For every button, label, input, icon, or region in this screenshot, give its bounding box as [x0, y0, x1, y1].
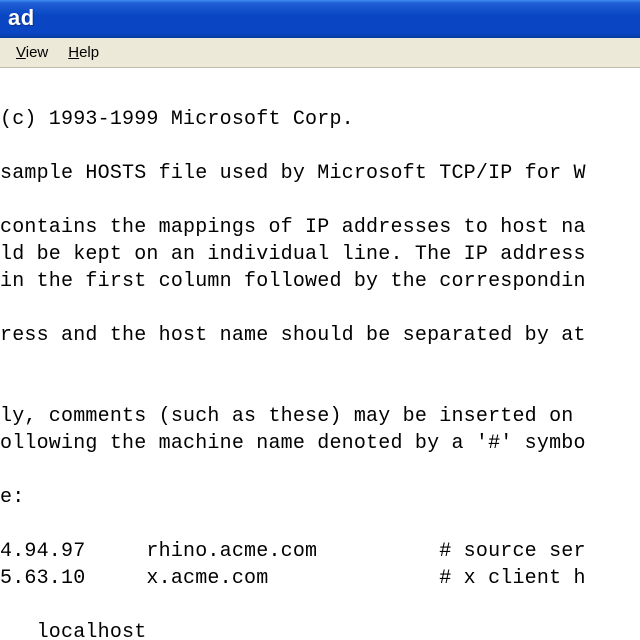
- text-line: sample HOSTS file used by Microsoft TCP/…: [0, 162, 586, 185]
- text-line: in the first column followed by the corr…: [0, 270, 586, 293]
- titlebar[interactable]: ad: [0, 0, 640, 38]
- text-line: contains the mappings of IP addresses to…: [0, 216, 586, 239]
- text-line: ly, comments (such as these) may be inse…: [0, 405, 586, 428]
- menu-view-rest: iew: [26, 44, 49, 61]
- text-line: (c) 1993-1999 Microsoft Corp.: [0, 108, 354, 131]
- text-area[interactable]: (c) 1993-1999 Microsoft Corp. sample HOS…: [0, 68, 640, 640]
- menu-help[interactable]: Help: [58, 42, 109, 63]
- text-line: e:: [0, 486, 24, 509]
- menu-view[interactable]: View: [6, 42, 58, 63]
- window-title: ad: [8, 5, 35, 31]
- menu-help-rest: elp: [79, 44, 99, 61]
- text-line: 5.63.10 x.acme.com # x client h: [0, 567, 586, 590]
- text-line: ress and the host name should be separat…: [0, 324, 586, 347]
- app-window: ad View Help (c) 1993-1999 Microsoft Cor…: [0, 0, 640, 640]
- text-line: localhost: [0, 621, 146, 640]
- menubar: View Help: [0, 38, 640, 68]
- text-line: ollowing the machine name denoted by a '…: [0, 432, 586, 455]
- text-line: ld be kept on an individual line. The IP…: [0, 243, 586, 266]
- text-line: 4.94.97 rhino.acme.com # source ser: [0, 540, 586, 563]
